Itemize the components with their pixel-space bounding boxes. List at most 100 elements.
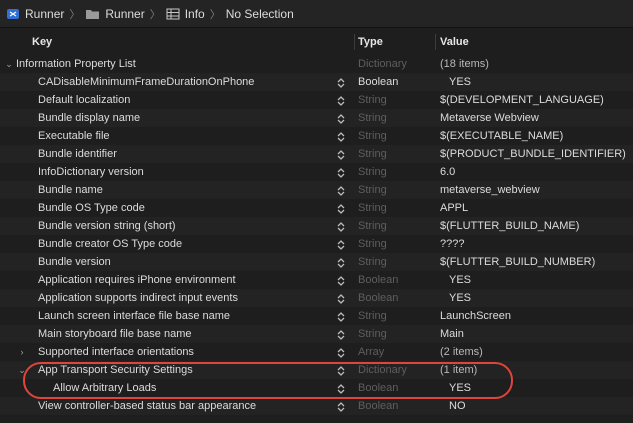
plist-row[interactable]: Allow Arbitrary Loads Boolean YES: [0, 379, 633, 397]
row-type[interactable]: Dictionary: [358, 361, 407, 379]
row-key[interactable]: Default localization: [38, 91, 130, 109]
row-value[interactable]: $(PRODUCT_BUNDLE_IDENTIFIER): [440, 145, 626, 163]
row-value[interactable]: metaverse_webview: [440, 181, 540, 199]
row-value[interactable]: YES: [440, 73, 471, 91]
row-key[interactable]: Bundle version string (short): [38, 217, 176, 235]
row-key[interactable]: InfoDictionary version: [38, 163, 144, 181]
plist-row[interactable]: › Supported interface orientations Array (2…: [0, 343, 633, 361]
plist-row[interactable]: Bundle creator OS Type code String????: [0, 235, 633, 253]
plist-row[interactable]: Bundle identifier String $(PRODUCT_BUNDLE_…: [0, 145, 633, 163]
row-key[interactable]: Application requires iPhone environment: [38, 271, 236, 289]
plist-row[interactable]: Main storyboard file base name String Main: [0, 325, 633, 343]
row-type[interactable]: Boolean: [358, 73, 398, 91]
disclosure-expanded-icon[interactable]: ⌄: [14, 361, 30, 379]
row-type[interactable]: String: [358, 163, 387, 181]
row-key[interactable]: Application supports indirect input even…: [38, 289, 238, 307]
row-value[interactable]: ????: [440, 235, 464, 253]
row-type[interactable]: Boolean: [358, 271, 398, 289]
row-type[interactable]: String: [358, 181, 387, 199]
row-value[interactable]: (2 items): [440, 343, 483, 361]
plist-row[interactable]: Bundle display name String Metaverse Webvi…: [0, 109, 633, 127]
stepper-icon[interactable]: [336, 379, 346, 397]
row-type[interactable]: Array: [358, 343, 384, 361]
disclosure-expanded-icon[interactable]: ⌄: [1, 55, 17, 73]
plist-row[interactable]: Bundle OS Type code String APPL: [0, 199, 633, 217]
row-value[interactable]: Metaverse Webview: [440, 109, 539, 127]
stepper-icon[interactable]: [336, 361, 346, 379]
stepper-icon[interactable]: [336, 73, 346, 91]
row-type[interactable]: String: [358, 235, 387, 253]
column-header-key[interactable]: Key: [32, 29, 52, 55]
row-value[interactable]: LaunchScreen: [440, 307, 511, 325]
row-type[interactable]: String: [358, 109, 387, 127]
stepper-icon[interactable]: [336, 199, 346, 217]
stepper-icon[interactable]: [336, 91, 346, 109]
column-divider[interactable]: [435, 34, 436, 50]
row-value[interactable]: $(FLUTTER_BUILD_NUMBER): [440, 253, 595, 271]
row-value[interactable]: NO: [440, 397, 466, 415]
stepper-icon[interactable]: [336, 163, 346, 181]
row-key[interactable]: Allow Arbitrary Loads: [53, 379, 156, 397]
row-value[interactable]: (1 item): [440, 361, 477, 379]
row-key[interactable]: Bundle OS Type code: [38, 199, 145, 217]
stepper-icon[interactable]: [336, 343, 346, 361]
row-key[interactable]: Launch screen interface file base name: [38, 307, 230, 325]
row-value[interactable]: YES: [440, 289, 471, 307]
plist-row[interactable]: Launch screen interface file base name St…: [0, 307, 633, 325]
row-type[interactable]: String: [358, 217, 387, 235]
breadcrumb-item-project[interactable]: Runner: [6, 7, 64, 21]
row-key[interactable]: Bundle name: [38, 181, 103, 199]
row-value[interactable]: YES: [440, 379, 471, 397]
stepper-icon[interactable]: [336, 397, 346, 415]
breadcrumb-item-selection[interactable]: No Selection: [226, 7, 294, 21]
plist-row[interactable]: ⌄ App Transport Security Settings Dictiona…: [0, 361, 633, 379]
row-value[interactable]: 6.0: [440, 163, 455, 181]
row-key[interactable]: Information Property List: [16, 55, 136, 73]
stepper-icon[interactable]: [336, 127, 346, 145]
stepper-icon[interactable]: [336, 253, 346, 271]
row-key[interactable]: Bundle version: [38, 253, 111, 271]
row-type[interactable]: Dictionary: [358, 55, 407, 73]
row-key[interactable]: Bundle identifier: [38, 145, 117, 163]
stepper-icon[interactable]: [336, 325, 346, 343]
row-type[interactable]: String: [358, 145, 387, 163]
row-type[interactable]: String: [358, 307, 387, 325]
row-key[interactable]: Supported interface orientations: [38, 343, 194, 361]
row-type[interactable]: String: [358, 325, 387, 343]
plist-row[interactable]: CADisableMinimumFrameDurationOnPhone Bool…: [0, 73, 633, 91]
stepper-icon[interactable]: [336, 109, 346, 127]
row-value[interactable]: APPL: [440, 199, 468, 217]
stepper-icon[interactable]: [336, 235, 346, 253]
row-key[interactable]: Bundle creator OS Type code: [38, 235, 182, 253]
column-header-type[interactable]: Type: [358, 29, 383, 55]
row-value[interactable]: $(FLUTTER_BUILD_NAME): [440, 217, 579, 235]
disclosure-collapsed-icon[interactable]: ›: [14, 343, 30, 361]
plist-row[interactable]: View controller-based status bar appeara…: [0, 397, 633, 415]
plist-row[interactable]: Default localization String $(DEVELOPMENT_…: [0, 91, 633, 109]
row-key[interactable]: App Transport Security Settings: [38, 361, 193, 379]
plist-row[interactable]: Application supports indirect input even…: [0, 289, 633, 307]
row-key[interactable]: View controller-based status bar appeara…: [38, 397, 256, 415]
plist-row[interactable]: Executable file String $(EXECUTABLE_NAME): [0, 127, 633, 145]
row-type[interactable]: Boolean: [358, 289, 398, 307]
stepper-icon[interactable]: [336, 307, 346, 325]
plist-row[interactable]: Application requires iPhone environment B…: [0, 271, 633, 289]
breadcrumb-item-folder[interactable]: Runner: [85, 7, 145, 21]
stepper-icon[interactable]: [336, 217, 346, 235]
stepper-icon[interactable]: [336, 145, 346, 163]
plist-row[interactable]: ⌄ Information Property List Dictionary (18 …: [0, 55, 633, 73]
row-type[interactable]: String: [358, 199, 387, 217]
row-key[interactable]: Executable file: [38, 127, 110, 145]
row-type[interactable]: Boolean: [358, 379, 398, 397]
row-type[interactable]: String: [358, 253, 387, 271]
plist-row[interactable]: Bundle name String metaverse_webview: [0, 181, 633, 199]
row-type[interactable]: String: [358, 91, 387, 109]
stepper-icon[interactable]: [336, 271, 346, 289]
column-header-value[interactable]: Value: [440, 29, 469, 55]
row-value[interactable]: $(DEVELOPMENT_LANGUAGE): [440, 91, 604, 109]
row-value[interactable]: YES: [440, 271, 471, 289]
plist-row[interactable]: Bundle version String $(FLUTTER_BUILD_NUMB…: [0, 253, 633, 271]
breadcrumb-item-file[interactable]: Info: [166, 7, 205, 21]
row-type[interactable]: Boolean: [358, 397, 398, 415]
stepper-icon[interactable]: [336, 181, 346, 199]
